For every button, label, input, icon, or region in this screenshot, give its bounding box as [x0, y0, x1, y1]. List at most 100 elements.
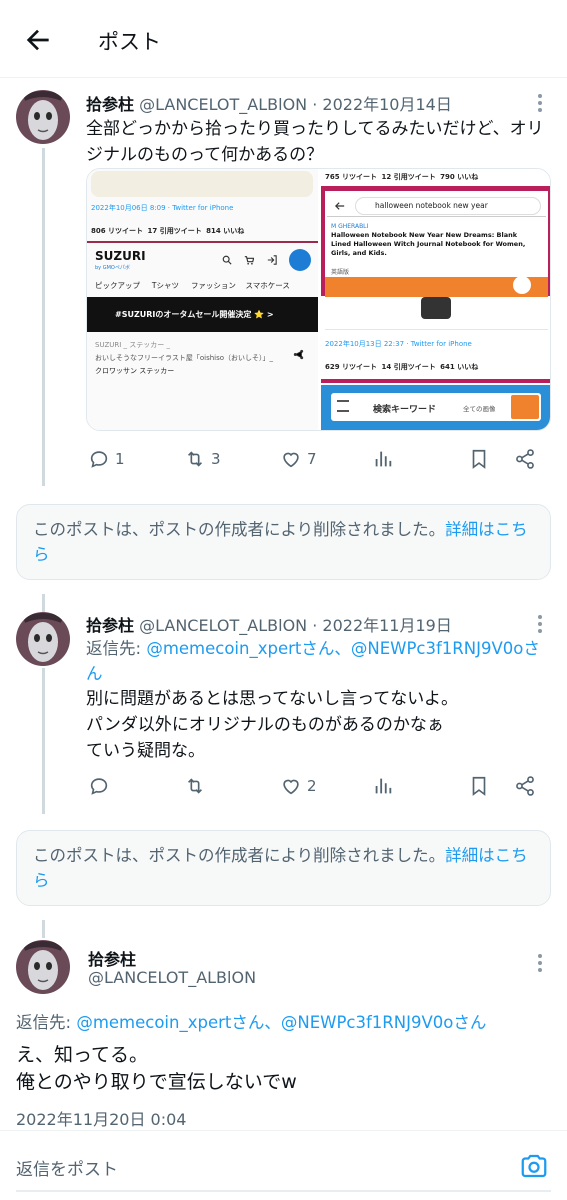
post-text: 別に問題があるとは思ってないし言ってないよ。 パンダ以外にオリジナルのものがある… [86, 689, 458, 761]
post-text: 全部どっかから拾ったり買ったりしてるみたいだけど、オリジナルのものって何かあるの… [86, 119, 544, 165]
share-icon [516, 776, 534, 796]
media-right-top-stats: 765 リツイート 12 引用ツイート 790 いいね [325, 173, 479, 181]
media-left-nav: ピックアップ Tシャツ ファッション スマホケース [95, 281, 290, 290]
media-right-stats: 629 リツイート 14 引用ツイート 641 いいね [325, 363, 479, 371]
post-actions: 1 3 7 [86, 444, 551, 474]
display-name[interactable]: 拾参柱 [86, 616, 134, 635]
reply-button[interactable] [88, 771, 110, 801]
user-add-icon [289, 249, 311, 271]
main-post-text: え、知ってる。 俺とのやり取りで宣伝しないでw [16, 1044, 297, 1093]
more-icon[interactable] [530, 92, 550, 114]
avatar[interactable] [16, 90, 70, 144]
share-button[interactable] [514, 444, 536, 474]
search-bar: halloween notebook new year [327, 195, 546, 217]
reply-count: 1 [115, 450, 125, 468]
post-media[interactable]: 2022年10月06日 8:09 · Twitter for iPhone 80… [86, 168, 551, 431]
reply-input[interactable]: 返信をポスト [16, 1155, 118, 1180]
reply-icon [90, 451, 108, 468]
post-author: 拾参柱 @LANCELOT_ALBlON · 2022年10月14日 [86, 95, 452, 114]
arrow-left-icon [335, 202, 345, 210]
deleted-post-notice: このポストは、ポストの作成者により削除されました。詳細はこちら [16, 830, 551, 906]
login-icon [267, 255, 277, 265]
media-left-date: 2022年10月06日 8:09 · Twitter for iPhone [91, 204, 234, 212]
seller-name: M GHERABLI [331, 223, 369, 230]
bookmark-icon [472, 776, 486, 796]
search-icon [222, 255, 232, 265]
thread-line [42, 594, 45, 612]
sale-banner-text: #SUZURIのオータムセール開催決定 ⭐ > [115, 310, 274, 319]
media-left-stats: 806 リツイート 17 引用ツイート 814 いいね [91, 227, 245, 235]
avatar[interactable] [16, 940, 70, 994]
image-search-bar: 検索キーワード 全ての画像 [321, 385, 550, 430]
image-filter-select: 全ての画像 [463, 405, 496, 413]
handle[interactable]: @LANCELOT_ALBlON [139, 95, 307, 114]
thread-line [42, 668, 45, 814]
brand-sub: by GMOペパボ [95, 265, 130, 271]
media-right-date: 2022年10月13日 22:37 · Twitter for iPhone [325, 340, 472, 348]
top-bar: ポスト [0, 0, 567, 78]
display-name[interactable]: 拾参柱 [86, 95, 134, 114]
display-name[interactable]: 拾参柱 [88, 946, 136, 970]
bookmark-button[interactable] [468, 444, 490, 474]
media-image-right[interactable]: 765 リツイート 12 引用ツイート 790 いいね halloween no… [321, 169, 550, 430]
share-icon [513, 276, 531, 294]
more-icon[interactable] [530, 952, 550, 974]
views-button[interactable] [372, 444, 394, 474]
views-icon [375, 778, 392, 794]
handle[interactable]: @LANCELOT_ALBlON [88, 968, 256, 987]
like-button[interactable]: 7 [280, 444, 317, 474]
deleted-notice-text: このポストは、ポストの作成者により削除されました。 [33, 520, 446, 539]
reply-label: 返信先: [16, 1013, 77, 1032]
page-title: ポスト [98, 30, 161, 54]
post-date[interactable]: 2022年10月14日 [322, 95, 451, 114]
image-search-button [511, 395, 539, 419]
views-button[interactable] [372, 771, 394, 801]
repost-icon [187, 451, 203, 467]
heart-icon [283, 779, 299, 795]
thread-line [42, 920, 45, 938]
item-line-3: クロワッサン ステッカー [95, 367, 175, 375]
like-button[interactable]: 2 [280, 771, 317, 801]
post-date[interactable]: 2022年11月19日 [322, 616, 451, 635]
like-count: 7 [307, 450, 317, 468]
cart-icon [244, 256, 254, 265]
reply-to-mentions[interactable]: @memecoin_xpertさん、@NEWPc3f1RNJ9V0oさん [76, 1013, 486, 1032]
reply-to-mentions[interactable]: @memecoin_xpertさん、@NEWPc3f1RNJ9V0oさん [86, 639, 540, 683]
item-line-1: SUZURI _ ステッカー _ [95, 341, 170, 349]
brand-logo: SUZURI [95, 249, 146, 263]
handle[interactable]: @LANCELOT_ALBlON [139, 616, 307, 635]
item-line-2: おいしそうなフリーイラスト屋「oishiso（おいしそ）」_ [95, 354, 274, 362]
bookmark-icon [472, 449, 486, 469]
deleted-notice-text: このポストは、ポストの作成者により削除されました。 [33, 846, 446, 865]
repost-icon [187, 778, 203, 794]
thread-line [42, 148, 45, 486]
arrow-left-icon[interactable] [22, 24, 54, 56]
filter-icon [337, 400, 349, 412]
post-actions: 2 [86, 771, 551, 801]
reply-label: 返信先: [86, 639, 147, 658]
repost-button[interactable] [184, 771, 206, 801]
share-icon [516, 449, 534, 469]
post-timestamp[interactable]: 2022年11月20日 0:04 [16, 1106, 186, 1130]
reply-button[interactable]: 1 [88, 444, 125, 474]
share-button[interactable] [514, 771, 536, 801]
heart-icon [283, 452, 299, 468]
reply-composer: 返信をポスト [0, 1130, 567, 1200]
bookmark-button[interactable] [468, 771, 490, 801]
reply-to: 返信先: @memecoin_xpertさん、@NEWPc3f1RNJ9V0oさ… [16, 1010, 551, 1035]
share-icon [293, 349, 304, 360]
post-author: 拾参柱 @LANCELOT_ALBlON · 2022年11月19日 [86, 616, 452, 635]
reply-to: 返信先: @memecoin_xpertさん、@NEWPc3f1RNJ9V0oさ… [86, 636, 548, 686]
avatar[interactable] [16, 612, 70, 666]
deleted-post-notice: このポストは、ポストの作成者により削除されました。詳細はこちら [16, 504, 551, 580]
product-title: Halloween Notebook New Year New Dreams: … [331, 231, 526, 257]
media-search-text: halloween notebook new year [375, 201, 488, 210]
more-icon[interactable] [530, 613, 550, 635]
camera-icon[interactable] [519, 1151, 549, 1181]
repost-count: 3 [211, 450, 221, 468]
media-image-left[interactable]: 2022年10月06日 8:09 · Twitter for iPhone 80… [87, 169, 318, 430]
image-search-placeholder: 検索キーワード [373, 405, 437, 415]
composer-underline [16, 1190, 551, 1192]
like-count: 2 [307, 777, 317, 795]
repost-button[interactable]: 3 [184, 444, 221, 474]
